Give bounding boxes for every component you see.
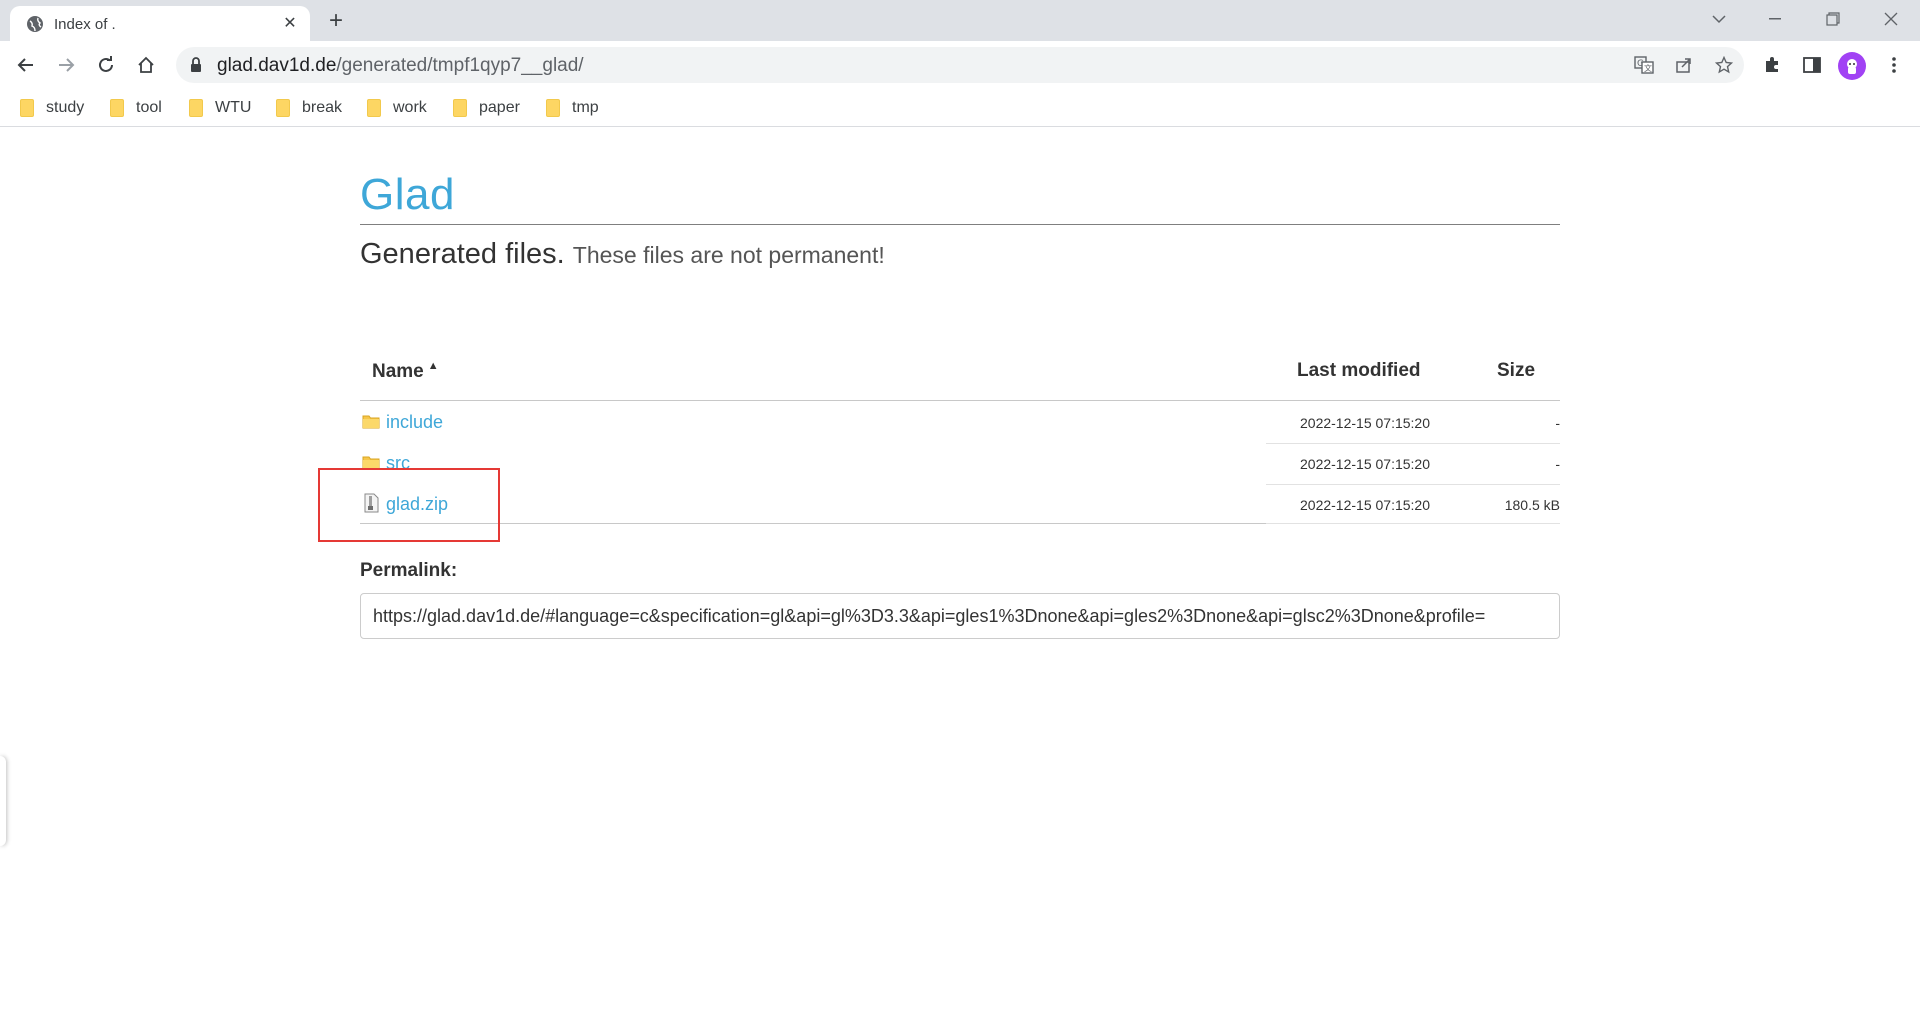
home-button[interactable] <box>130 49 162 81</box>
bookmark-break[interactable]: break <box>276 95 342 121</box>
title-divider <box>360 224 1560 225</box>
chevron-down-icon <box>1712 15 1726 24</box>
folder-icon <box>362 415 380 429</box>
svg-text:文: 文 <box>1644 63 1652 73</box>
side-panel-icon <box>1803 57 1821 73</box>
folder-icon <box>546 99 560 117</box>
table-row: src 2022-12-15 07:15:20 - <box>360 444 1560 484</box>
column-header-name[interactable]: Name ▲ <box>372 360 439 383</box>
bookmark-tool[interactable]: tool <box>110 95 162 121</box>
close-icon <box>1884 12 1898 26</box>
subtitle-main: Generated files. <box>360 238 565 270</box>
reload-button[interactable] <box>90 49 122 81</box>
sort-ascending-icon: ▲ <box>427 360 439 372</box>
subtitle-note: These files are not permanent! <box>572 242 885 268</box>
new-tab-button[interactable]: + <box>322 8 350 36</box>
tab-search-button[interactable] <box>1696 4 1742 34</box>
bookmark-work[interactable]: work <box>367 95 427 121</box>
folder-icon <box>110 99 124 117</box>
globe-icon <box>27 16 43 32</box>
forward-button[interactable] <box>50 49 82 81</box>
url-host: glad.dav1d.de <box>217 55 337 76</box>
tab-title: Index of . <box>54 16 116 33</box>
bookmark-label: work <box>393 99 427 116</box>
browser-toolbar: glad.dav1d.de/generated/tmpf1qyp7__glad/… <box>0 41 1920 89</box>
bookmark-label: paper <box>479 99 520 116</box>
restore-icon <box>1826 12 1840 26</box>
close-tab-icon[interactable]: ✕ <box>280 14 300 34</box>
folder-icon <box>367 99 381 117</box>
header-divider <box>1266 400 1560 401</box>
side-panel-button[interactable] <box>1796 49 1828 81</box>
arrow-right-icon <box>59 58 75 72</box>
kebab-menu-icon <box>1892 57 1896 73</box>
lock-icon <box>191 57 201 72</box>
page-content: Glad Generated files. These files are no… <box>0 128 1920 1020</box>
file-size: 180.5 kB <box>1504 497 1560 513</box>
column-header-modified-label: Last modified <box>1297 360 1421 381</box>
highlight-annotation-box <box>318 468 500 542</box>
translate-icon: G文 <box>1634 56 1654 74</box>
extensions-button[interactable] <box>1756 49 1788 81</box>
column-header-size[interactable]: Size <box>1497 360 1535 382</box>
folder-icon <box>453 99 467 117</box>
file-modified: 2022-12-15 07:15:20 <box>1300 415 1430 431</box>
tab-strip: Index of . ✕ + <box>0 0 1920 41</box>
address-bar[interactable]: glad.dav1d.de/generated/tmpf1qyp7__glad/… <box>176 47 1744 83</box>
share-button[interactable] <box>1672 53 1696 77</box>
folder-icon <box>189 99 203 117</box>
bookmark-label: WTU <box>215 99 252 116</box>
profile-avatar[interactable] <box>1838 52 1866 80</box>
bookmark-paper[interactable]: paper <box>453 95 520 121</box>
permalink-label: Permalink: <box>360 560 458 581</box>
arrow-left-icon <box>17 58 33 72</box>
bookmark-tmp[interactable]: tmp <box>546 95 599 121</box>
column-header-name-label: Name <box>372 361 424 382</box>
table-row: include 2022-12-15 07:15:20 - <box>360 403 1560 443</box>
bookmarks-bar: study tool WTU break work paper tmp <box>0 89 1920 127</box>
bookmark-label: study <box>46 99 85 116</box>
column-header-modified[interactable]: Last modified <box>1297 360 1421 382</box>
back-button[interactable] <box>10 49 42 81</box>
url-path: /generated/tmpf1qyp7__glad/ <box>336 55 584 76</box>
folder-icon <box>20 99 34 117</box>
table-row: glad.zip 2022-12-15 07:15:20 180.5 kB <box>360 485 1560 525</box>
page-title: Glad <box>360 170 455 219</box>
file-size: - <box>1555 456 1560 472</box>
minimize-icon <box>1769 18 1781 20</box>
close-window-button[interactable] <box>1868 4 1914 34</box>
column-header-size-label: Size <box>1497 360 1536 381</box>
menu-button[interactable] <box>1878 49 1910 81</box>
header-divider <box>360 400 1266 401</box>
table-bottom-divider <box>1266 523 1560 524</box>
folder-icon <box>276 99 290 117</box>
star-icon <box>1715 56 1733 74</box>
file-size: - <box>1555 415 1560 431</box>
restore-button[interactable] <box>1810 4 1856 34</box>
file-link-include[interactable]: include <box>386 412 443 433</box>
translate-button[interactable]: G文 <box>1632 53 1656 77</box>
side-edge-handle[interactable] <box>0 756 6 846</box>
share-icon <box>1676 58 1691 73</box>
bookmark-wtu[interactable]: WTU <box>189 95 251 121</box>
file-modified: 2022-12-15 07:15:20 <box>1300 497 1430 513</box>
reload-icon <box>99 56 113 72</box>
browser-tab[interactable]: Index of . ✕ <box>10 6 310 41</box>
page-subtitle: Generated files. These files are not per… <box>360 238 885 271</box>
bookmark-label: tmp <box>572 99 599 116</box>
bookmark-star-button[interactable] <box>1712 53 1736 77</box>
puzzle-icon <box>1766 57 1778 72</box>
permalink-input[interactable] <box>360 593 1560 639</box>
bookmark-label: break <box>302 99 343 116</box>
avatar-icon <box>1847 59 1857 74</box>
bookmark-study[interactable]: study <box>20 95 84 121</box>
minimize-button[interactable] <box>1752 4 1798 34</box>
file-modified: 2022-12-15 07:15:20 <box>1300 456 1430 472</box>
bookmark-label: tool <box>136 99 162 116</box>
home-icon <box>138 56 154 73</box>
url-text: glad.dav1d.de/generated/tmpf1qyp7__glad/ <box>217 55 584 77</box>
